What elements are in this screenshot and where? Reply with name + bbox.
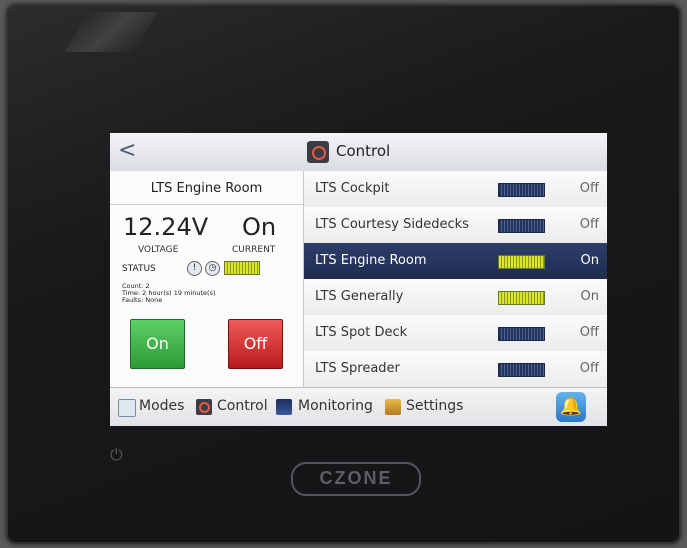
circuit-state: On bbox=[580, 253, 599, 268]
circuit-label: LTS Spot Deck bbox=[315, 325, 408, 340]
nav-monitoring[interactable]: Monitoring bbox=[298, 398, 373, 414]
current-label: CURRENT bbox=[232, 245, 276, 255]
nav-control[interactable]: Control bbox=[217, 398, 268, 414]
circuit-state: Off bbox=[579, 217, 599, 232]
circuit-meter bbox=[498, 255, 545, 269]
title-bar: < Control bbox=[110, 133, 607, 172]
brand-logo: CZONE bbox=[291, 462, 421, 496]
bottom-nav: Modes Control Monitoring Settings 🔔 bbox=[110, 387, 607, 426]
circuit-list: LTS Cockpit Off LTS Courtesy Sidedecks O… bbox=[304, 171, 607, 388]
chevron-left-icon[interactable]: < bbox=[118, 137, 136, 165]
settings-icon[interactable] bbox=[385, 399, 401, 415]
circuit-meter bbox=[498, 183, 545, 197]
circuit-meter bbox=[498, 327, 545, 341]
circuit-label: LTS Cockpit bbox=[315, 181, 390, 196]
list-item[interactable]: LTS Spot Deck Off bbox=[304, 315, 607, 352]
circuit-state: Off bbox=[579, 181, 599, 196]
current-meter bbox=[224, 261, 260, 275]
page-title: Control bbox=[336, 142, 391, 160]
screen-glare bbox=[64, 12, 158, 52]
list-item-selected[interactable]: LTS Engine Room On bbox=[304, 243, 607, 280]
list-item[interactable]: LTS Courtesy Sidedecks Off bbox=[304, 207, 607, 244]
panel-divider bbox=[110, 204, 303, 205]
circuit-label: LTS Generally bbox=[315, 289, 404, 304]
list-item[interactable]: LTS Cockpit Off bbox=[304, 171, 607, 208]
circuit-meter bbox=[498, 291, 545, 305]
on-button[interactable]: On bbox=[130, 319, 185, 369]
status-label: STATUS bbox=[122, 264, 156, 274]
list-item[interactable]: LTS Generally On bbox=[304, 279, 607, 316]
nav-settings[interactable]: Settings bbox=[406, 398, 463, 414]
circuit-meter bbox=[498, 219, 545, 233]
panel-title: LTS Engine Room bbox=[150, 181, 263, 196]
modes-icon[interactable] bbox=[118, 399, 136, 417]
voltage-value: 12.24V bbox=[123, 213, 209, 241]
voltage-label: VOLTAGE bbox=[138, 245, 179, 255]
circuit-state: Off bbox=[579, 361, 599, 376]
faults-text: Faults: None bbox=[122, 296, 163, 304]
circuit-detail-panel: LTS Engine Room 12.24V On VOLTAGE CURREN… bbox=[110, 171, 304, 387]
circuit-state: On bbox=[580, 289, 599, 304]
nav-modes[interactable]: Modes bbox=[139, 398, 184, 414]
off-button[interactable]: Off bbox=[228, 319, 283, 369]
power-icon[interactable]: ⏻ bbox=[110, 445, 126, 464]
circuit-label: LTS Spreader bbox=[315, 361, 400, 376]
info-icon[interactable]: ! bbox=[187, 261, 202, 276]
bell-icon[interactable]: 🔔 bbox=[556, 392, 586, 422]
control-icon[interactable] bbox=[196, 399, 212, 415]
monitoring-icon[interactable] bbox=[276, 399, 292, 415]
touch-screen: < Control LTS Engine Room 12.24V On VOLT… bbox=[110, 133, 607, 426]
circuit-meter bbox=[498, 363, 545, 377]
clock-icon[interactable]: ◷ bbox=[205, 261, 220, 276]
circuit-state: Off bbox=[579, 325, 599, 340]
list-item[interactable]: LTS Spreader Off bbox=[304, 351, 607, 388]
current-value: On bbox=[242, 213, 277, 241]
circuit-label: LTS Courtesy Sidedecks bbox=[315, 217, 469, 232]
circuit-label: LTS Engine Room bbox=[315, 253, 427, 268]
control-icon bbox=[307, 141, 329, 163]
circuit-details: Count: 2 Time: 2 hour(s) 19 minute(s) Fa… bbox=[122, 283, 216, 304]
